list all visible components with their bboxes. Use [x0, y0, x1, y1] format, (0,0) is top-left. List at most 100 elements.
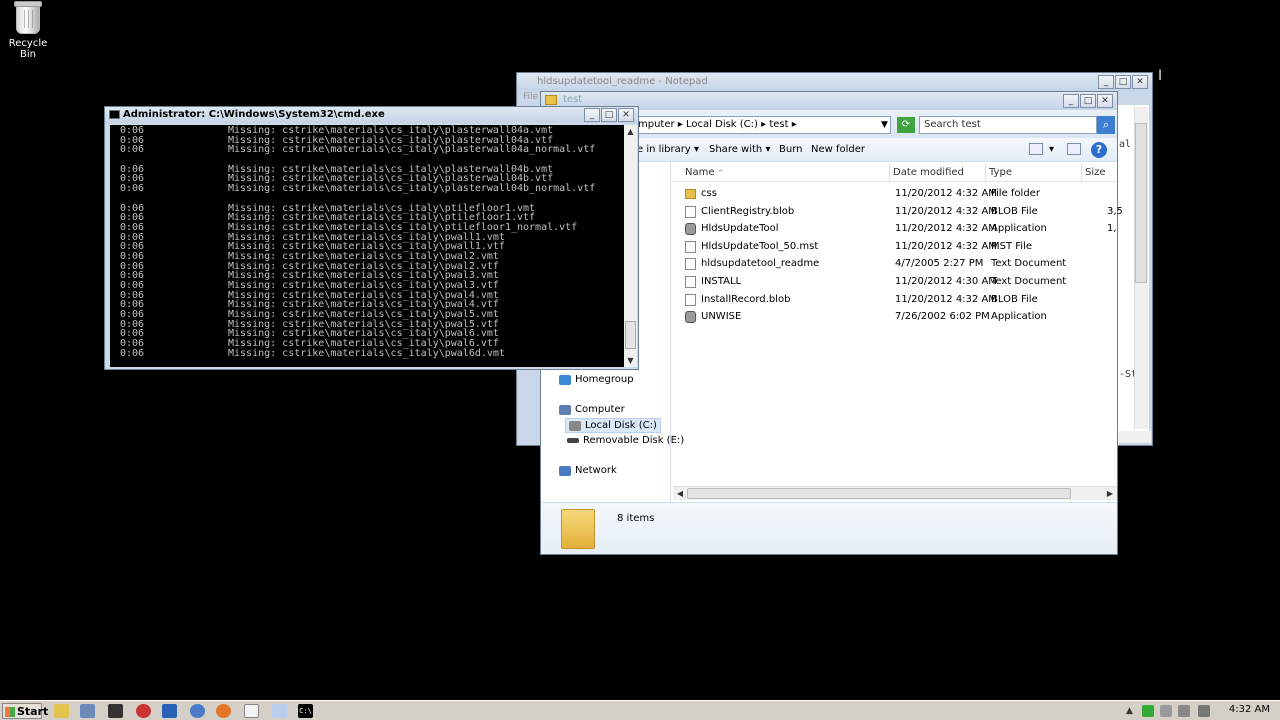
- column-header-size[interactable]: Size: [1085, 167, 1106, 178]
- minimize-button[interactable]: _: [584, 108, 600, 122]
- minimize-button[interactable]: _: [1098, 75, 1114, 89]
- file-size: 1,: [1107, 223, 1117, 235]
- maximize-button[interactable]: □: [1080, 94, 1096, 108]
- tray-app-icon[interactable]: [1142, 705, 1154, 717]
- breadcrumb-item[interactable]: mputer: [638, 119, 675, 130]
- file-row[interactable]: UNWISE 7/26/2002 6:02 PM Application: [681, 309, 1117, 326]
- preview-pane-icon[interactable]: [1067, 143, 1081, 155]
- search-input[interactable]: Search test: [919, 116, 1097, 134]
- nav-item-computer[interactable]: Computer: [559, 404, 625, 415]
- item-count: 8 items: [617, 513, 655, 524]
- close-button[interactable]: ✕: [1132, 75, 1148, 89]
- removable-drive-icon: [567, 438, 579, 443]
- clock[interactable]: 4:32 AM: [1229, 704, 1270, 715]
- file-date: 11/20/2012 4:32 AM: [895, 240, 997, 252]
- nav-item-network[interactable]: Network: [559, 465, 617, 476]
- maximize-button[interactable]: □: [601, 108, 617, 122]
- firefox-taskbar-icon[interactable]: [216, 704, 231, 718]
- maximize-button[interactable]: □: [1115, 75, 1131, 89]
- scroll-left-icon[interactable]: ◀: [673, 487, 687, 500]
- file-icon: [685, 293, 696, 306]
- cmd-window[interactable]: Administrator: C:\Windows\System32\cmd.e…: [104, 106, 639, 370]
- start-button[interactable]: Start: [2, 703, 48, 719]
- browser-taskbar-icon[interactable]: [190, 704, 205, 718]
- notepad-horizontal-scrollbar[interactable]: [1117, 431, 1151, 443]
- chevron-down-icon[interactable]: ▾: [1049, 144, 1054, 155]
- close-button[interactable]: ✕: [618, 108, 634, 122]
- notepad-menu-file[interactable]: File: [523, 92, 538, 102]
- flag-icon[interactable]: [1160, 705, 1172, 717]
- file-row[interactable]: HldsUpdateTool 11/20/2012 4:32 AM Applicat…: [681, 221, 1117, 238]
- file-row[interactable]: HldsUpdateTool_50.mst 11/20/2012 4:32 AM M…: [681, 239, 1117, 256]
- notepad-taskbar-icon[interactable]: [272, 704, 287, 718]
- help-icon[interactable]: ?: [1091, 142, 1107, 158]
- cmd-title: Administrator: C:\Windows\System32\cmd.e…: [123, 109, 385, 120]
- column-divider[interactable]: [889, 164, 890, 182]
- column-header-type[interactable]: Type: [989, 167, 1012, 178]
- share-with-button[interactable]: Share with ▾: [709, 144, 770, 155]
- file-list-horizontal-scrollbar[interactable]: ◀ ▶: [673, 486, 1117, 500]
- column-headers: Name ^ Date modified Type Size: [673, 164, 1117, 182]
- breadcrumb[interactable]: mputer ▸ Local Disk (C:) ▸ test ▸: [631, 116, 891, 134]
- breadcrumb-item[interactable]: Local Disk (C:): [686, 119, 758, 130]
- refresh-icon[interactable]: ⟳: [897, 117, 915, 133]
- window-taskbar-icon[interactable]: [244, 704, 259, 718]
- notepad-titlebar[interactable]: hldsupdatetool_readme - Notepad: [517, 73, 1152, 91]
- windows-logo-icon: [5, 707, 15, 717]
- breadcrumb-item[interactable]: test: [769, 119, 788, 130]
- console-line-text: Missing: cstrike\materials\cs_italy\plas…: [228, 183, 596, 195]
- media-player-taskbar-icon[interactable]: [80, 704, 95, 718]
- burn-button[interactable]: Burn: [779, 144, 802, 155]
- speaker-icon[interactable]: [1178, 705, 1190, 717]
- column-header-date[interactable]: Date modified: [893, 167, 964, 178]
- folder-icon: [685, 189, 696, 199]
- nav-item-homegroup[interactable]: Homegroup: [559, 374, 634, 385]
- scroll-thumb[interactable]: [687, 488, 1071, 499]
- column-divider[interactable]: [985, 164, 986, 182]
- file-row[interactable]: InstallRecord.blob 11/20/2012 4:32 AM BLOB…: [681, 292, 1117, 309]
- chevron-up-icon[interactable]: ▲: [1126, 705, 1138, 717]
- close-button[interactable]: ✕: [1097, 94, 1113, 108]
- chevron-down-icon[interactable]: ▼: [881, 120, 888, 130]
- console-output[interactable]: 0:06 Missing: cstrike\materials\cs_italy\…: [110, 125, 624, 367]
- scroll-right-icon[interactable]: ▶: [1103, 487, 1117, 500]
- scroll-down-icon[interactable]: ▼: [624, 354, 637, 367]
- file-row[interactable]: ClientRegistry.blob 11/20/2012 4:32 AM BLO…: [681, 204, 1123, 221]
- explorer-title: test: [563, 94, 583, 105]
- file-type: MST File: [991, 240, 1032, 252]
- app-taskbar-icon[interactable]: [162, 704, 177, 718]
- terminal-taskbar-icon[interactable]: [108, 704, 123, 718]
- file-row[interactable]: css 11/20/2012 4:32 AM File folder: [681, 186, 1117, 203]
- scroll-up-icon[interactable]: ▲: [624, 125, 637, 138]
- cmd-titlebar[interactable]: Administrator: C:\Windows\System32\cmd.e…: [105, 107, 638, 123]
- app-taskbar-icon[interactable]: [136, 704, 151, 718]
- file-date: 4/7/2005 2:27 PM: [895, 258, 984, 270]
- include-in-library-button[interactable]: e in library ▾: [637, 144, 699, 155]
- nav-item-removable-disk[interactable]: Removable Disk (E:): [567, 435, 684, 446]
- recycle-bin[interactable]: Recycle Bin: [4, 1, 52, 60]
- file-size: 3,5: [1107, 205, 1123, 217]
- file-type: Application: [991, 223, 1047, 235]
- console-line-text: Missing: cstrike\materials\cs_italy\plas…: [228, 144, 596, 156]
- minimize-button[interactable]: _: [1063, 94, 1079, 108]
- search-icon[interactable]: ⌕: [1097, 116, 1115, 134]
- change-view-icon[interactable]: [1029, 143, 1043, 155]
- file-row[interactable]: INSTALL 11/20/2012 4:30 AM Text Document: [681, 274, 1117, 291]
- console-line-time: 0:06: [120, 347, 145, 359]
- application-icon: [685, 311, 696, 324]
- cmd-vertical-scrollbar[interactable]: ▲ ▼: [624, 125, 637, 367]
- explorer-taskbar-icon[interactable]: [54, 704, 69, 718]
- notepad-scroll-thumb[interactable]: [1135, 123, 1147, 283]
- file-row[interactable]: hldsupdatetool_readme 4/7/2005 2:27 PM Tex…: [681, 256, 1117, 273]
- scroll-thumb[interactable]: [625, 321, 636, 349]
- file-icon: [685, 258, 696, 271]
- column-divider[interactable]: [1081, 164, 1082, 182]
- file-type: Application: [991, 311, 1047, 323]
- cmd-taskbar-icon[interactable]: C:\: [298, 704, 313, 718]
- new-folder-button[interactable]: New folder: [811, 144, 865, 155]
- file-date: 7/26/2002 6:02 PM: [895, 311, 990, 323]
- nav-item-local-disk[interactable]: Local Disk (C:): [565, 418, 661, 433]
- taskbar: Start C:\ ▲ 4:32 AM: [0, 700, 1280, 720]
- column-header-name[interactable]: Name ^: [685, 167, 724, 178]
- network-icon[interactable]: [1198, 705, 1210, 717]
